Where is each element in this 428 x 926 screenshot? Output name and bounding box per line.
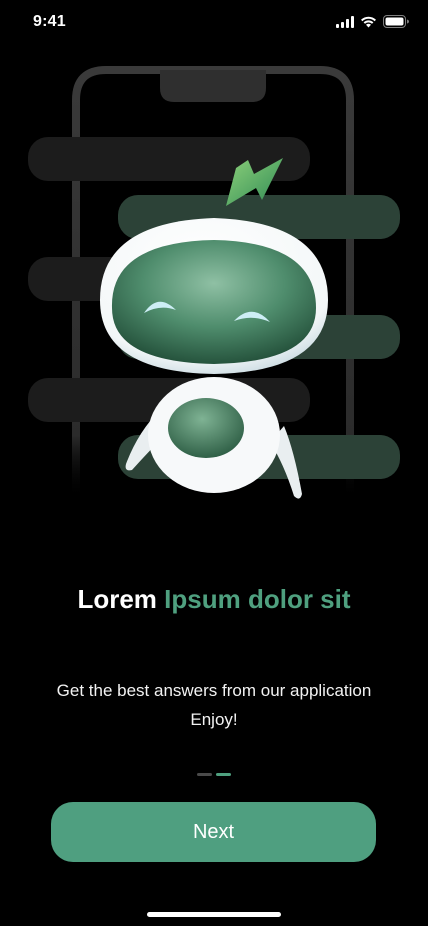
cellular-signal-icon [336, 15, 354, 33]
onboarding-subtitle: Get the best answers from our applicatio… [24, 676, 404, 734]
onboarding-illustration [0, 60, 428, 510]
battery-icon [383, 15, 410, 33]
subtitle-line-2: Enjoy! [190, 710, 238, 729]
next-button[interactable]: Next [51, 802, 376, 862]
page-indicator [197, 773, 231, 776]
onboarding-title: Lorem Ipsum dolor sit [0, 584, 428, 615]
status-bar: 9:41 [0, 0, 428, 44]
page-dot-2[interactable] [216, 773, 231, 776]
title-lead: Lorem [77, 584, 157, 614]
home-indicator[interactable] [147, 912, 281, 917]
title-accent: Ipsum dolor sit [164, 584, 351, 614]
status-time: 9:41 [33, 13, 66, 30]
page-dot-1[interactable] [197, 773, 212, 776]
wifi-icon [360, 15, 377, 33]
status-icons [336, 15, 410, 33]
subtitle-line-1: Get the best answers from our applicatio… [56, 681, 372, 700]
